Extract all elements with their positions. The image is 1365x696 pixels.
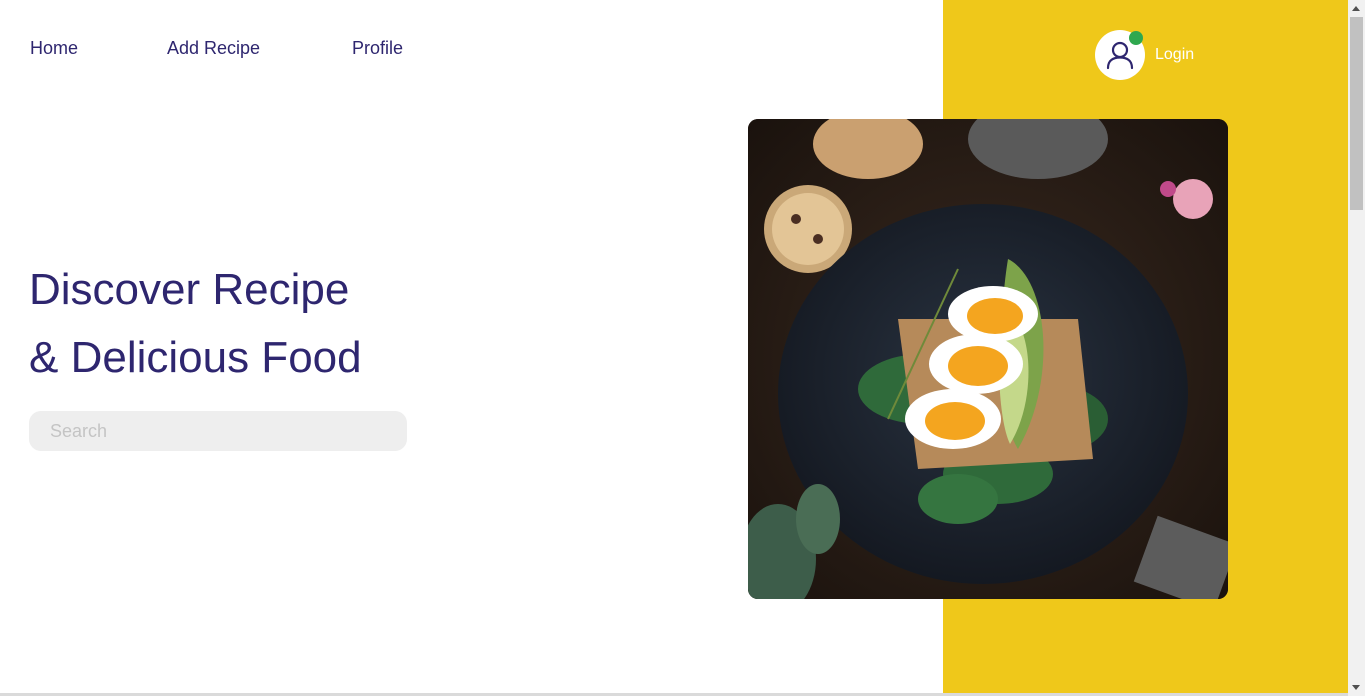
nav-home-link[interactable]: Home bbox=[30, 38, 78, 59]
vertical-scrollbar[interactable] bbox=[1348, 0, 1365, 696]
online-status-dot bbox=[1129, 31, 1143, 45]
scrollbar-thumb[interactable] bbox=[1350, 17, 1363, 210]
nav-add-recipe-link[interactable]: Add Recipe bbox=[167, 38, 260, 59]
avatar[interactable] bbox=[1095, 30, 1145, 80]
hero-title-line-1: Discover Recipe bbox=[29, 265, 350, 314]
scroll-down-arrow-icon[interactable] bbox=[1352, 685, 1360, 690]
hero-title: Discover Recipe & Delicious Food bbox=[29, 256, 362, 392]
nav-profile-link[interactable]: Profile bbox=[352, 38, 403, 59]
hero-title-line-2: & Delicious Food bbox=[29, 333, 362, 382]
hero-food-image bbox=[748, 119, 1228, 599]
food-photo-illustration bbox=[748, 119, 1228, 599]
login-link[interactable]: Login bbox=[1155, 46, 1194, 64]
scroll-up-arrow-icon[interactable] bbox=[1352, 6, 1360, 11]
login-area[interactable]: Login bbox=[1095, 30, 1194, 80]
user-icon bbox=[1106, 41, 1134, 70]
search-input[interactable] bbox=[29, 411, 407, 451]
